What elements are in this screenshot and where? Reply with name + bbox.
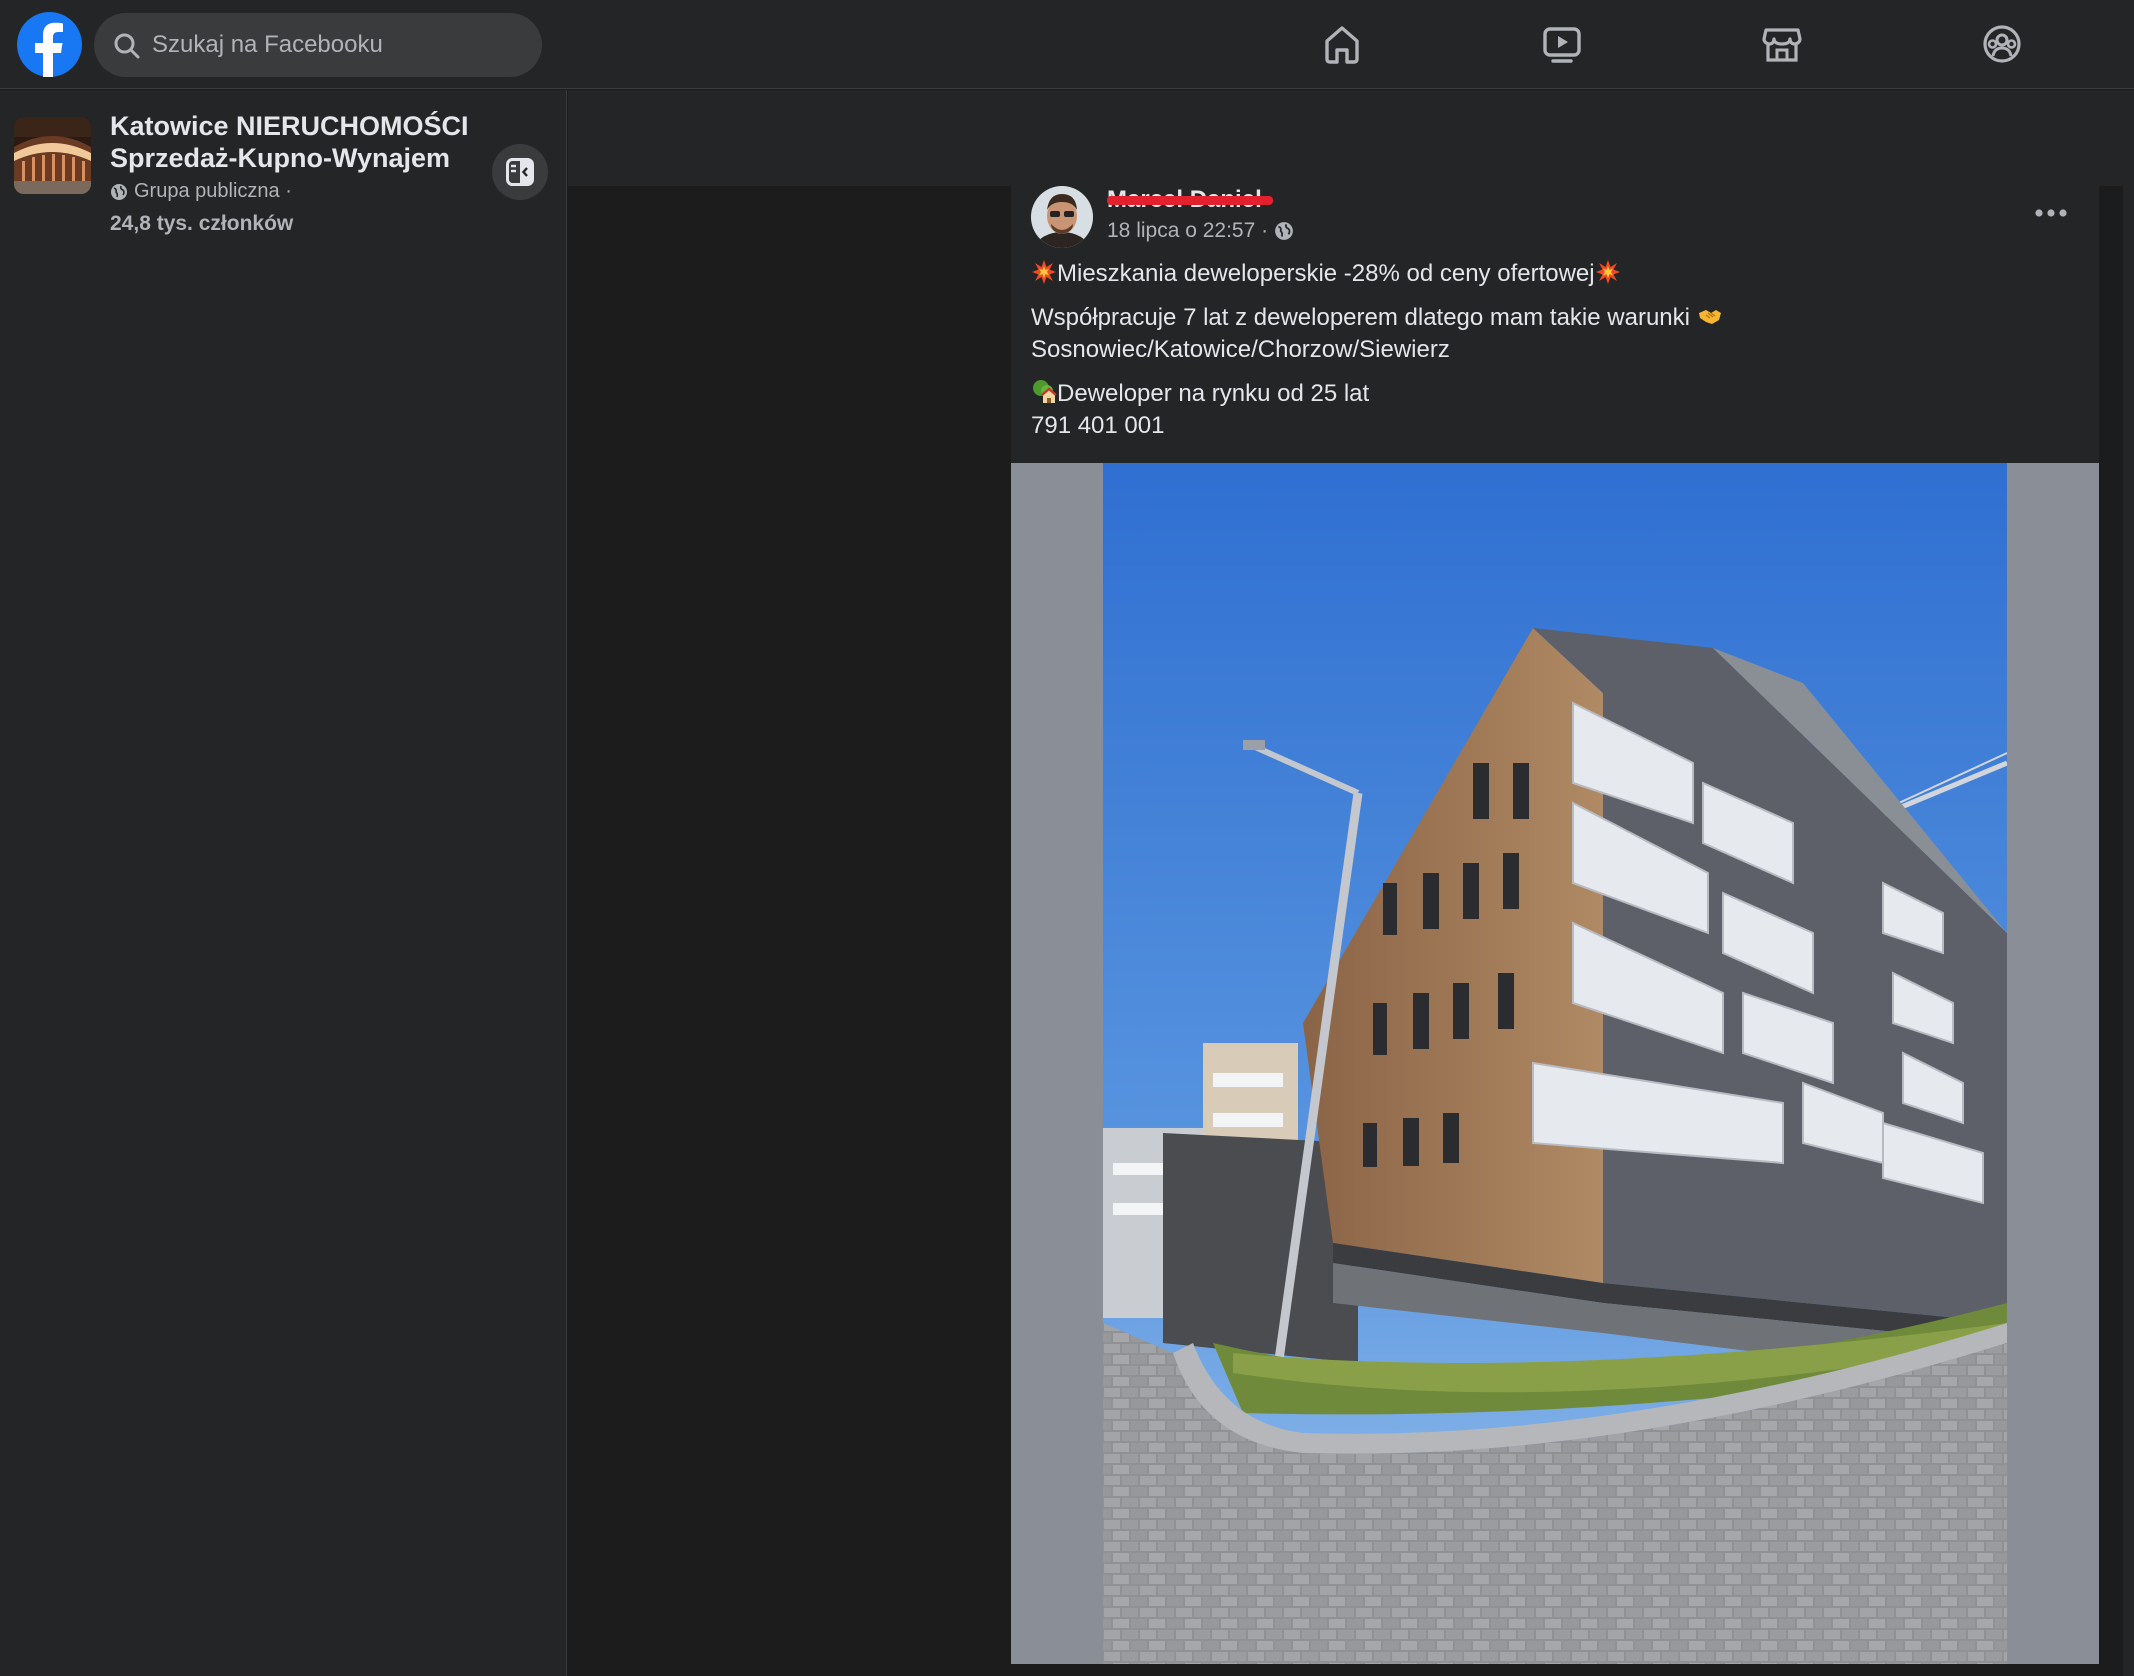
- collision-emoji-icon: [1032, 260, 1056, 284]
- post-photo[interactable]: [1103, 463, 2007, 1664]
- post-photo-container: [1011, 463, 2099, 1664]
- handshake-emoji-icon: [1698, 310, 1721, 324]
- post-headline: Mieszkania deweloperskie -28% od ceny of…: [1057, 260, 1595, 287]
- group-privacy: Grupa publiczna ·: [110, 180, 292, 203]
- marketplace-icon[interactable]: [1758, 20, 1806, 68]
- collapse-sidebar-button[interactable]: [492, 144, 548, 200]
- post-phone-number[interactable]: 791 401 001: [1031, 412, 1164, 439]
- top-navigation-bar: [0, 0, 2134, 89]
- post-meta: 18 lipca o 22:57 ·: [1107, 219, 1294, 243]
- search-icon: [114, 33, 140, 59]
- post-timestamp[interactable]: 18 lipca o 22:57 ·: [1107, 219, 1268, 243]
- group-privacy-label: Grupa publiczna ·: [134, 180, 292, 202]
- right-scroll-edge: [2099, 186, 2134, 1676]
- home-icon[interactable]: [1318, 20, 1366, 68]
- groups-icon[interactable]: [1978, 20, 2026, 68]
- watch-icon[interactable]: [1538, 20, 1586, 68]
- search-box[interactable]: [94, 13, 542, 77]
- group-members-count[interactable]: 24,8 tys. członków: [110, 212, 293, 236]
- group-cover-thumbnail[interactable]: [14, 117, 91, 194]
- group-header-strip: [568, 90, 2134, 186]
- post-body: Mieszkania deweloperskie -28% od ceny of…: [1031, 258, 2071, 454]
- globe-icon[interactable]: [1274, 221, 1294, 241]
- group-sidebar: Katowice NIERUCHOMOŚCI Sprzedaż-Kupno-Wy…: [0, 90, 567, 1676]
- globe-icon: [111, 183, 127, 200]
- search-input[interactable]: [152, 13, 532, 77]
- sidebar-toggle-icon: [506, 158, 534, 186]
- group-title[interactable]: Katowice NIERUCHOMOŚCI Sprzedaż-Kupno-Wy…: [110, 110, 490, 174]
- author-avatar[interactable]: [1031, 186, 1093, 248]
- post-line-developer: Deweloper na rynku od 25 lat: [1057, 380, 1370, 407]
- author-name-redaction: [1107, 196, 1273, 205]
- house-with-garden-emoji-icon: [1033, 380, 1057, 403]
- collision-emoji-icon: [1595, 260, 1620, 284]
- more-options-icon[interactable]: [2031, 200, 2071, 226]
- right-panel-edge: [2123, 186, 2134, 1676]
- post-line-cooperation: Współpracuje 7 lat z deweloperem dlatego…: [1031, 304, 1690, 331]
- facebook-logo-icon[interactable]: [17, 12, 82, 77]
- feed-post: Marcel Daniel 18 lipca o 22:57 · Mieszka…: [1011, 186, 2099, 1664]
- post-line-cities: Sosnowiec/Katowice/Chorzow/Siewierz: [1031, 336, 1450, 363]
